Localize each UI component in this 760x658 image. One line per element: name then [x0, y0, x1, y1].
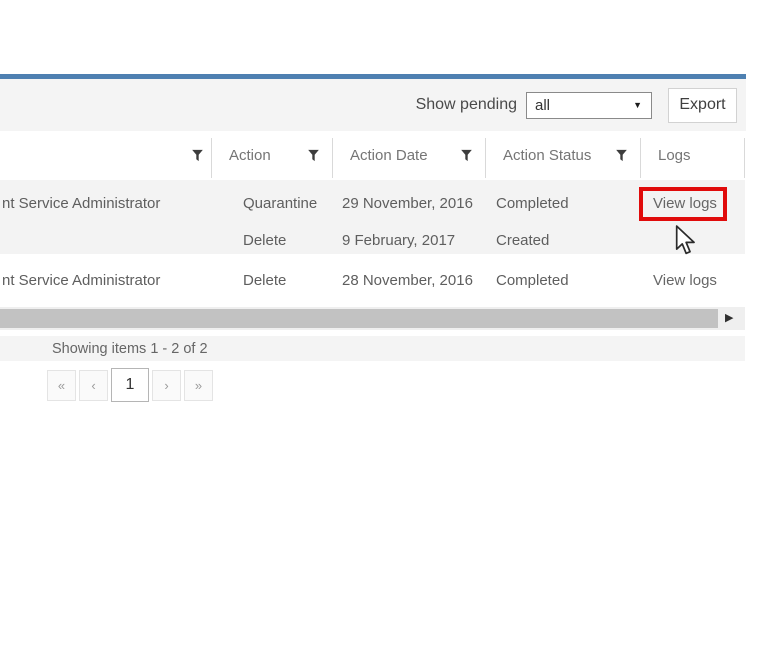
filter-icon[interactable] — [616, 149, 627, 162]
mouse-cursor-icon — [675, 225, 697, 256]
column-divider — [744, 138, 745, 178]
view-logs-link[interactable]: View logs — [653, 195, 717, 212]
column-header-label: Logs — [658, 147, 691, 164]
filter-icon[interactable] — [192, 149, 203, 162]
column-divider — [211, 138, 212, 178]
scroll-right-arrow-icon[interactable]: ▶ — [725, 312, 733, 325]
scrollbar-thumb[interactable] — [0, 309, 718, 328]
column-header-action-status: Action Status — [485, 131, 640, 180]
horizontal-scrollbar[interactable]: ▶ — [0, 307, 745, 330]
column-divider — [485, 138, 486, 178]
show-pending-select[interactable]: all ▼ — [526, 92, 652, 119]
prev-page-button[interactable]: ‹ — [79, 370, 108, 401]
column-header-label: Action — [229, 147, 271, 164]
cell-action-date: 28 November, 2016 — [332, 254, 485, 306]
column-header-label: Action Date — [350, 147, 428, 164]
column-divider — [332, 138, 333, 178]
column-divider — [640, 138, 641, 178]
table-header-row: Action Action Date Action Status Logs — [0, 131, 745, 180]
cell-action-status: Completed — [485, 180, 640, 226]
toolbar: Show pending all ▼ Export — [0, 79, 746, 131]
column-header-action: Action — [211, 131, 332, 180]
cell-action-status: Completed — [485, 254, 640, 306]
showing-items-text: Showing items 1 - 2 of 2 — [52, 341, 208, 357]
current-page-button[interactable]: 1 — [111, 368, 149, 402]
cell-action-date: 29 November, 2016 — [332, 180, 485, 226]
first-page-button[interactable]: « — [47, 370, 76, 401]
cell-name: nt Service Administrator — [0, 180, 211, 226]
cell-action: Delete — [211, 254, 332, 306]
last-page-button[interactable]: » — [184, 370, 213, 401]
cell-action-date: 9 February, 2017 — [332, 226, 485, 254]
cell-action-status: Created — [485, 226, 640, 254]
column-header-logs: Logs — [640, 131, 745, 180]
show-pending-selected-value: all — [535, 97, 633, 114]
filter-icon[interactable] — [461, 149, 472, 162]
cell-action: Delete — [211, 226, 332, 254]
filter-icon[interactable] — [308, 149, 319, 162]
show-pending-label: Show pending — [416, 96, 517, 114]
view-logs-link[interactable]: View logs — [653, 272, 717, 289]
column-header-action-date: Action Date — [332, 131, 485, 180]
dropdown-caret-icon: ▼ — [633, 100, 642, 110]
cell-name: nt Service Administrator — [0, 254, 211, 306]
status-bar: Showing items 1 - 2 of 2 — [0, 336, 745, 361]
next-page-button[interactable]: › — [152, 370, 181, 401]
table-row[interactable]: nt Service Administrator Delete 28 Novem… — [0, 254, 745, 306]
column-header-label: Action Status — [503, 147, 591, 164]
column-header-name-truncated — [0, 131, 211, 180]
table-row[interactable]: nt Service Administrator Quarantine 29 N… — [0, 180, 745, 254]
cell-action: Quarantine — [211, 180, 332, 226]
export-button[interactable]: Export — [668, 88, 737, 123]
pagination: « ‹ 1 › » — [47, 368, 213, 402]
